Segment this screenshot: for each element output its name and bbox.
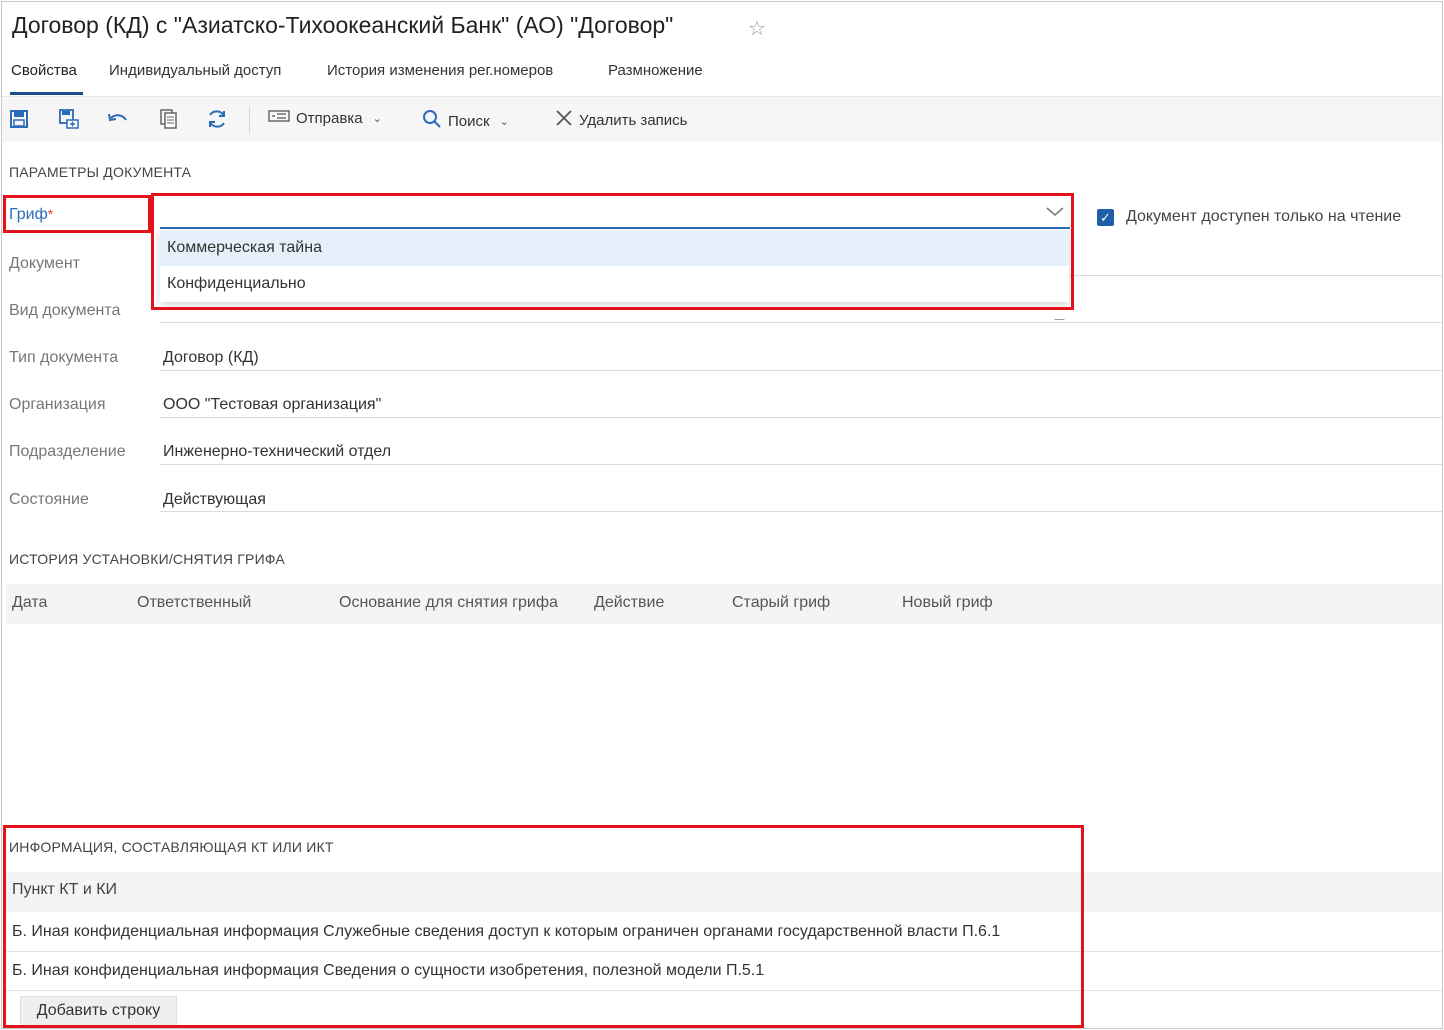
send-label: Отправка — [296, 110, 363, 127]
active-tab-indicator — [10, 92, 83, 95]
delete-record-button[interactable]: Удалить запись — [555, 109, 687, 132]
grif-label-text: Гриф — [9, 206, 48, 223]
field-divider — [160, 417, 1442, 418]
toolbar: Отправка ⌄ Поиск ⌄ Удалить запись — [2, 96, 1442, 142]
field-divider — [160, 370, 1442, 371]
grif-label: Гриф* — [9, 206, 53, 224]
department-field[interactable]: Инженерно-технический отдел — [163, 443, 391, 461]
search-icon — [422, 109, 442, 134]
document-field-label: Документ — [9, 255, 80, 272]
undo-icon[interactable] — [106, 107, 130, 131]
send-button[interactable]: Отправка ⌄ — [268, 109, 382, 128]
required-mark: * — [47, 206, 54, 222]
doc-type-field-label: Тип документа — [9, 349, 119, 366]
state-field[interactable]: Действующая — [163, 491, 266, 509]
tab-individual-access[interactable]: Индивидуальный доступ — [109, 62, 281, 79]
close-icon — [555, 109, 573, 132]
col-date[interactable]: Дата — [12, 594, 47, 612]
col-removal-basis[interactable]: Основание для снятия грифа — [339, 594, 558, 612]
send-icon — [268, 109, 290, 128]
toolbar-separator — [249, 107, 250, 133]
page-title: Договор (КД) с "Азиатско-Тихоокеанский Б… — [12, 12, 674, 38]
tab-regnumber-history[interactable]: История изменения рег.номеров — [327, 62, 553, 79]
save-icon[interactable] — [7, 107, 31, 131]
search-button[interactable]: Поиск ⌄ — [422, 109, 509, 134]
col-new-grif[interactable]: Новый гриф — [902, 594, 993, 612]
tab-replication[interactable]: Размножение — [608, 62, 703, 79]
doc-kind-field-label: Вид документа — [9, 302, 121, 319]
tab-properties[interactable]: Свойства — [11, 62, 77, 79]
field-divider — [160, 322, 1442, 323]
field-divider — [160, 464, 1442, 465]
organization-field-label: Организация — [9, 396, 106, 413]
tab-bar: Свойства Индивидуальный доступ История и… — [0, 56, 1442, 96]
state-field-label: Состояние — [9, 491, 89, 508]
params-section-title: ПАРАМЕТРЫ ДОКУМЕНТА — [9, 164, 192, 180]
refresh-icon[interactable] — [205, 107, 229, 131]
col-action[interactable]: Действие — [594, 594, 664, 612]
highlight-box-kt-section — [3, 825, 1084, 1028]
organization-field[interactable]: ООО "Тестовая организация" — [163, 396, 381, 414]
save-as-icon[interactable] — [57, 107, 81, 131]
highlight-box-grif-select — [151, 193, 1074, 310]
chevron-down-icon: ⌄ — [499, 116, 509, 128]
col-old-grif[interactable]: Старый гриф — [732, 594, 830, 612]
chevron-down-icon: ⌄ — [372, 113, 382, 125]
col-responsible[interactable]: Ответственный — [137, 594, 251, 612]
readonly-checkbox[interactable]: ✓ — [1097, 209, 1114, 226]
delete-record-label: Удалить запись — [579, 112, 688, 129]
star-icon[interactable]: ☆ — [748, 16, 766, 41]
doc-type-field[interactable]: Договор (КД) — [163, 349, 259, 367]
history-section-title: ИСТОРИЯ УСТАНОВКИ/СНЯТИЯ ГРИФА — [9, 551, 285, 567]
copy-icon[interactable] — [157, 107, 181, 131]
history-table-header: Дата Ответственный Основание для снятия … — [6, 584, 1442, 624]
readonly-checkbox-label: Документ доступен только на чтение — [1126, 208, 1402, 225]
department-field-label: Подразделение — [9, 443, 126, 460]
field-divider — [160, 511, 1442, 512]
search-label: Поиск — [448, 113, 490, 130]
